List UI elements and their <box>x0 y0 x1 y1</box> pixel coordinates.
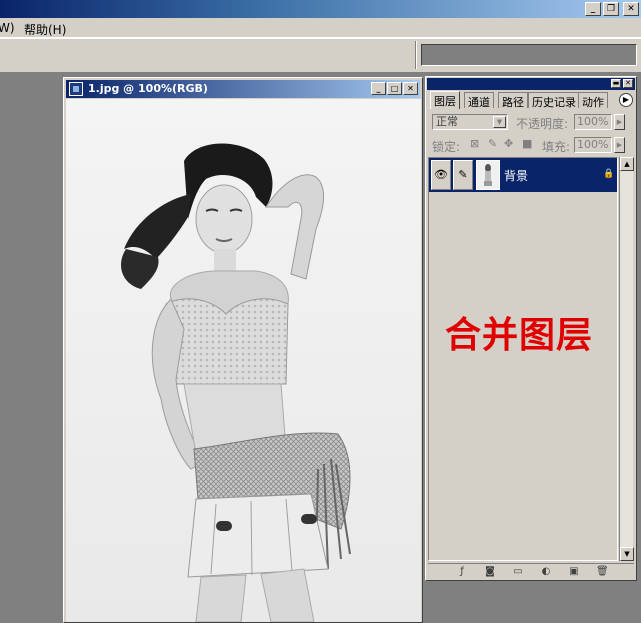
palette-bottom-bar: ƒ ◙ ▭ ◐ ▣ 🗑 <box>428 563 634 579</box>
tab-actions[interactable]: 动作 <box>578 92 608 109</box>
opacity-slider-arrow[interactable]: ▶ <box>614 114 625 130</box>
lock-paint-icon[interactable]: ✎ <box>488 137 497 150</box>
app-restore-button[interactable]: ❐ <box>603 2 619 16</box>
trash-icon[interactable]: 🗑 <box>596 566 609 578</box>
document-title: 1.jpg @ 100%(RGB) <box>88 82 208 95</box>
add-mask-icon[interactable]: ◙ <box>484 566 496 578</box>
blend-mode-select[interactable]: 正常 ▼ <box>432 114 508 130</box>
layers-palette: ▬ ✕ 图层 通道 路径 历史记录 动作 ▶ 正常 ▼ 不透明度: 100% ▶… <box>425 76 637 581</box>
palette-close-button[interactable]: ✕ <box>623 79 633 88</box>
palette-menu-icon[interactable]: ▶ <box>619 93 633 107</box>
layers-list: 👁 ✎ 背景 🔒 合并图层 <box>428 157 618 561</box>
document-icon[interactable] <box>69 82 83 96</box>
tab-layers[interactable]: 图层 <box>430 91 460 109</box>
palette-well[interactable] <box>421 44 637 66</box>
merge-layers-annotation: 合并图层 <box>445 315 594 356</box>
opacity-label: 不透明度: <box>516 117 569 131</box>
menu-help[interactable]: 帮助(H) <box>24 21 66 38</box>
lock-all-icon[interactable]: ■ <box>522 137 532 150</box>
menu-window[interactable]: W) <box>0 21 15 35</box>
options-bar <box>0 38 641 73</box>
tab-channels[interactable]: 通道 <box>464 92 494 109</box>
tab-paths[interactable]: 路径 <box>498 92 528 109</box>
document-window-controls: _ □ ✕ <box>371 82 418 95</box>
palette-tabs: 图层 通道 路径 历史记录 动作 ▶ <box>428 91 634 109</box>
doc-maximize-button[interactable]: □ <box>387 82 402 95</box>
fill-label: 填充: <box>542 140 571 154</box>
chevron-down-icon: ▼ <box>493 116 506 128</box>
fill-slider-arrow[interactable]: ▶ <box>614 137 625 153</box>
brush-icon[interactable]: ✎ <box>453 160 473 190</box>
eye-icon[interactable]: 👁 <box>431 160 451 190</box>
scroll-down-arrow[interactable]: ▼ <box>620 547 634 561</box>
app-minimize-button[interactable]: _ <box>585 2 601 16</box>
blend-mode-value: 正常 <box>436 115 458 128</box>
palette-minimize-button[interactable]: ▬ <box>611 79 621 88</box>
lock-label: 锁定: <box>432 140 461 154</box>
fill-field[interactable]: 100% <box>574 137 612 153</box>
app-close-button[interactable]: ✕ <box>623 2 639 16</box>
lock-transparency-icon[interactable]: ⊠ <box>470 137 479 150</box>
opacity-field[interactable]: 100% <box>574 114 612 130</box>
document-window: 1.jpg @ 100%(RGB) _ □ ✕ <box>63 77 423 623</box>
layers-scrollbar[interactable]: ▲ ▼ <box>619 157 634 561</box>
lock-icon: 🔒 <box>603 169 615 179</box>
layer-style-icon[interactable]: ƒ <box>456 566 468 578</box>
layer-name: 背景 <box>504 169 529 183</box>
tab-history[interactable]: 历史记录 <box>528 92 580 109</box>
app-title-bar: _ ❐ ✕ <box>0 0 641 18</box>
lock-move-icon[interactable]: ✥ <box>504 137 513 150</box>
menu-bar: W) 帮助(H) <box>0 18 641 38</box>
new-group-icon[interactable]: ▭ <box>512 566 524 578</box>
options-separator <box>415 41 417 69</box>
palette-title-bar[interactable]: ▬ ✕ <box>427 78 635 90</box>
app-window-controls: _ ❐ ✕ <box>585 2 639 16</box>
scroll-up-arrow[interactable]: ▲ <box>620 157 634 171</box>
adjustment-layer-icon[interactable]: ◐ <box>540 566 552 578</box>
photo-image <box>66 99 421 622</box>
doc-close-button[interactable]: ✕ <box>403 82 418 95</box>
layer-row-background[interactable]: 👁 ✎ 背景 🔒 <box>429 158 617 192</box>
new-layer-icon[interactable]: ▣ <box>568 566 580 578</box>
doc-minimize-button[interactable]: _ <box>371 82 386 95</box>
document-title-bar[interactable]: 1.jpg @ 100%(RGB) _ □ ✕ <box>66 80 420 98</box>
layer-thumbnail <box>476 160 500 190</box>
document-canvas[interactable] <box>66 99 421 622</box>
